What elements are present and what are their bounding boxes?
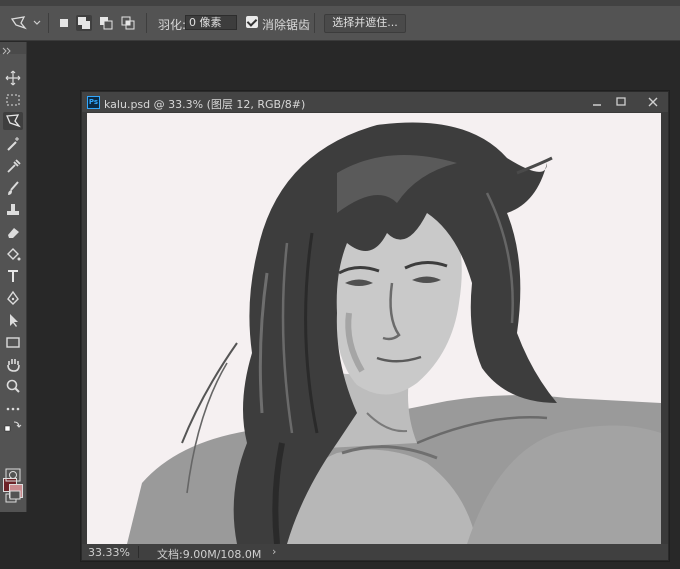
zoom-tool[interactable] <box>3 377 23 395</box>
rectangle-tool[interactable] <box>3 333 23 351</box>
move-icon <box>5 70 21 86</box>
lasso-icon <box>6 114 21 128</box>
options-bar: 羽化: 0 像素 消除锯齿 选择并遮住... <box>0 6 680 41</box>
maximize-icon <box>616 97 626 106</box>
document-size-info: 文档:9.00M/108.0M <box>157 548 262 561</box>
clone-stamp-tool[interactable] <box>3 201 23 219</box>
marquee-tool[interactable] <box>3 91 23 109</box>
subtract-from-selection-button[interactable] <box>98 15 114 31</box>
document-title: kalu.psd @ 33.3% (图层 12, RGB/8#) <box>104 98 306 111</box>
new-selection-icon <box>60 19 68 27</box>
lasso-preset-icon <box>10 16 41 30</box>
select-and-mask-button[interactable]: 选择并遮住... <box>324 14 406 33</box>
more-tools-icon <box>6 407 20 411</box>
path-selection-tool[interactable] <box>3 311 23 329</box>
add-to-selection-button[interactable] <box>76 15 92 31</box>
type-tool[interactable] <box>3 267 23 285</box>
zoom-level-field[interactable]: 33.33% <box>88 546 130 559</box>
type-icon <box>8 270 18 282</box>
magic-wand-tool[interactable] <box>3 135 23 153</box>
paint-bucket-tool[interactable] <box>3 245 23 263</box>
document-titlebar[interactable]: Ps kalu.psd @ 33.3% (图层 12, RGB/8#) <box>82 92 668 112</box>
clone-stamp-icon <box>7 204 19 215</box>
hand-tool[interactable] <box>3 355 23 373</box>
more-tools-button[interactable] <box>3 400 23 418</box>
eraser-icon <box>8 228 19 238</box>
quick-mask-icon <box>5 468 21 482</box>
hand-icon <box>7 359 20 372</box>
feather-label: 羽化: <box>158 18 187 32</box>
add-selection-icon <box>78 17 90 29</box>
tool-preset-picker[interactable] <box>8 15 42 31</box>
swap-colors-button[interactable] <box>3 418 23 436</box>
separator <box>314 13 315 33</box>
maximize-button[interactable] <box>611 94 631 110</box>
zoom-icon <box>6 379 20 393</box>
portrait-artwork <box>87 113 661 544</box>
rectangle-icon <box>6 337 20 348</box>
brush-tool[interactable] <box>3 179 23 197</box>
photoshop-icon: Ps <box>87 96 100 109</box>
subtract-selection-icon <box>100 17 113 30</box>
separator <box>138 546 139 558</box>
antialias-checkbox[interactable] <box>246 16 258 28</box>
close-button[interactable] <box>643 94 663 110</box>
canvas[interactable] <box>87 113 661 544</box>
toolbox <box>0 42 27 512</box>
toolbox-grip[interactable] <box>0 42 26 55</box>
quick-mask-button[interactable] <box>3 466 23 484</box>
minimize-icon <box>593 104 601 106</box>
new-selection-button[interactable] <box>56 15 72 31</box>
eyedropper-tool[interactable] <box>3 157 23 175</box>
marquee-icon <box>6 94 20 106</box>
screen-mode-icon <box>5 490 21 503</box>
swap-colors-icon <box>4 421 22 432</box>
screen-mode-button[interactable] <box>3 488 23 506</box>
collapse-arrows-icon <box>2 47 11 55</box>
pen-icon <box>7 290 19 305</box>
separator <box>146 13 147 33</box>
intersect-selection-button[interactable] <box>120 15 136 31</box>
antialias-label: 消除锯齿 <box>262 18 311 32</box>
intersect-selection-icon <box>121 16 135 30</box>
minimize-button[interactable] <box>587 94 607 110</box>
eraser-tool[interactable] <box>3 223 23 241</box>
status-info-menu-arrow[interactable]: › <box>272 545 276 558</box>
close-icon <box>648 97 658 107</box>
feather-input[interactable]: 0 像素 <box>185 15 237 30</box>
lasso-tool[interactable] <box>3 112 23 130</box>
move-tool[interactable] <box>3 69 23 87</box>
paint-bucket-icon <box>7 248 21 261</box>
magic-wand-icon <box>7 137 19 151</box>
separator <box>48 13 49 33</box>
path-selection-icon <box>10 314 18 327</box>
document-status-bar: 33.33% 文档:9.00M/108.0M › <box>82 544 668 561</box>
eyedropper-icon <box>7 159 21 173</box>
pen-tool[interactable] <box>3 289 23 307</box>
brush-icon <box>8 181 19 195</box>
document-window: Ps kalu.psd @ 33.3% (图层 12, RGB/8#) 33.3… <box>81 91 669 561</box>
